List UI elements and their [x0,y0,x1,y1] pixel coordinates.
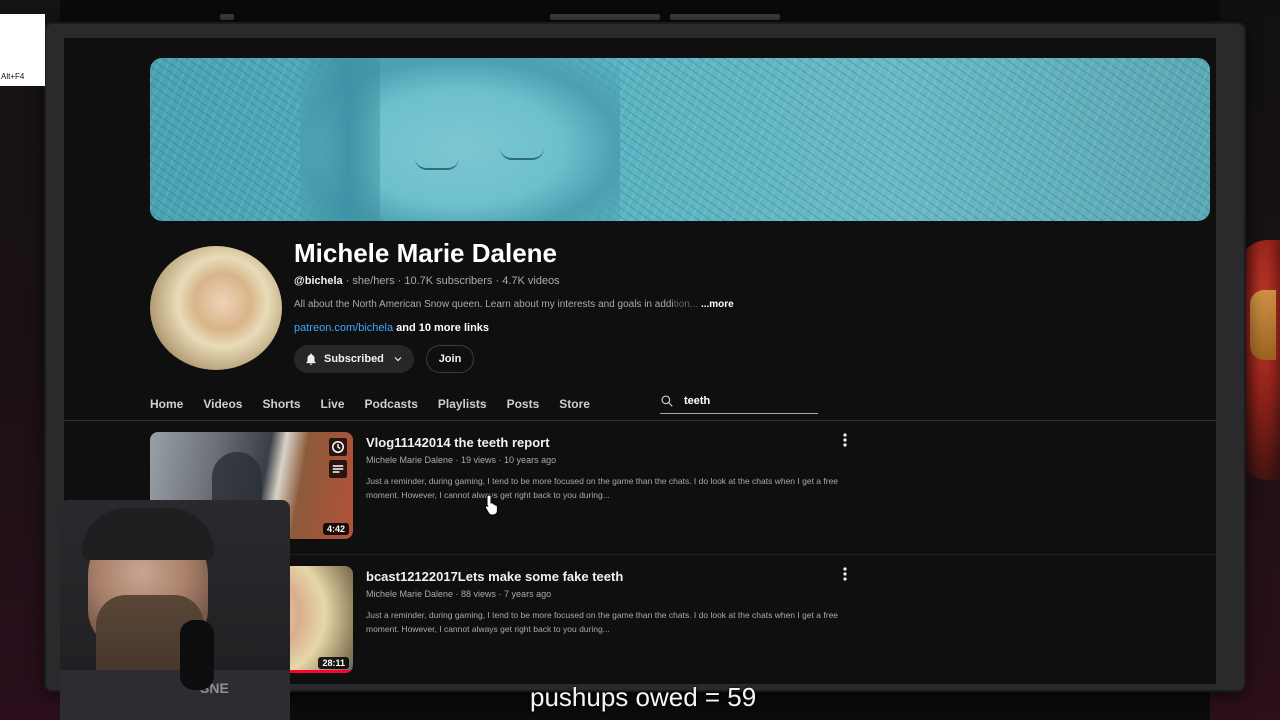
search-result[interactable]: 4:42 Vlog11142014 the teeth report Miche… [150,432,1210,542]
microphone [180,620,214,690]
banner-hair [300,58,380,221]
search-input[interactable] [684,391,812,411]
pushups-counter: pushups owed = 59 [530,682,757,712]
description-text: All about the North American Snow queen.… [294,299,674,310]
channel-stats: · she/hers · 10.7K subscribers · 4.7K vi… [342,275,560,287]
tab-playlists[interactable]: Playlists [438,397,487,411]
channel-tabs: Home Videos Shorts Live Podcasts Playlis… [150,390,610,418]
result-title[interactable]: Vlog11142014 the teeth report [366,435,550,450]
mouse-cursor-icon [484,494,498,516]
search-icon[interactable] [660,394,674,408]
result-title[interactable]: bcast12122017Lets make some fake teeth [366,569,623,584]
chevron-down-icon [394,357,402,362]
channel-handle: @bichela [294,275,343,287]
join-label: Join [438,353,462,365]
channel-meta: @bichela · she/hers · 10.7K subscribers … [294,275,560,287]
result-meta: Michele Marie Dalene · 88 views · 7 year… [366,589,552,599]
description-more-link[interactable]: ...more [701,299,734,310]
tab-posts[interactable]: Posts [507,397,540,411]
description-fade: tion... [673,299,699,310]
result-description: Just a reminder, during gaming, I tend t… [366,476,839,500]
subscribed-button[interactable]: Subscribed [294,345,414,373]
channel-search[interactable] [660,391,818,414]
plush-toy-face [1250,290,1276,360]
bell-icon [306,353,316,365]
top-bar-strip [60,0,1220,20]
channel-links: patreon.com/bichela and 10 more links [294,322,489,334]
tab-shorts[interactable]: Shorts [262,397,300,411]
alt-f4-card: Alt+F4 [0,14,45,86]
alt-f4-label: Alt+F4 [1,72,25,81]
channel-title: Michele Marie Dalene [294,238,557,268]
more-vert-icon[interactable] [840,566,850,582]
tab-podcasts[interactable]: Podcasts [365,397,418,411]
more-vert-icon[interactable] [840,432,850,448]
search-result[interactable]: 28:11 bcast12122017Lets make some fake t… [150,566,1210,676]
tab-videos[interactable]: Videos [203,397,242,411]
tab-home[interactable]: Home [150,397,183,411]
video-duration: 28:11 [318,657,349,669]
watch-later-icon[interactable] [329,438,347,456]
tab-store[interactable]: Store [559,397,590,411]
tabs-divider [64,420,1216,421]
channel-banner [150,58,1210,221]
top-strip-mark [670,14,780,20]
channel-description[interactable]: All about the North American Snow queen.… [294,299,794,310]
subscribed-label: Subscribed [324,353,384,365]
streamer-hat [82,508,214,560]
more-links-link[interactable]: and 10 more links [393,322,489,334]
webcam-overlay: SNE [60,500,290,720]
channel-avatar[interactable] [150,246,282,370]
result-meta: Michele Marie Dalene · 19 views · 10 yea… [366,455,557,465]
top-strip-mark [220,14,234,20]
result-description: Just a reminder, during gaming, I tend t… [366,610,839,634]
join-button[interactable]: Join [426,345,474,373]
banner-eye-right [500,148,544,160]
tab-live[interactable]: Live [321,397,345,411]
top-strip-mark [550,14,660,20]
add-to-queue-icon[interactable] [329,460,347,478]
video-duration: 4:42 [322,523,349,535]
patreon-link[interactable]: patreon.com/bichela [294,322,393,334]
plush-toy [1238,240,1280,480]
banner-eye-left [415,158,459,170]
